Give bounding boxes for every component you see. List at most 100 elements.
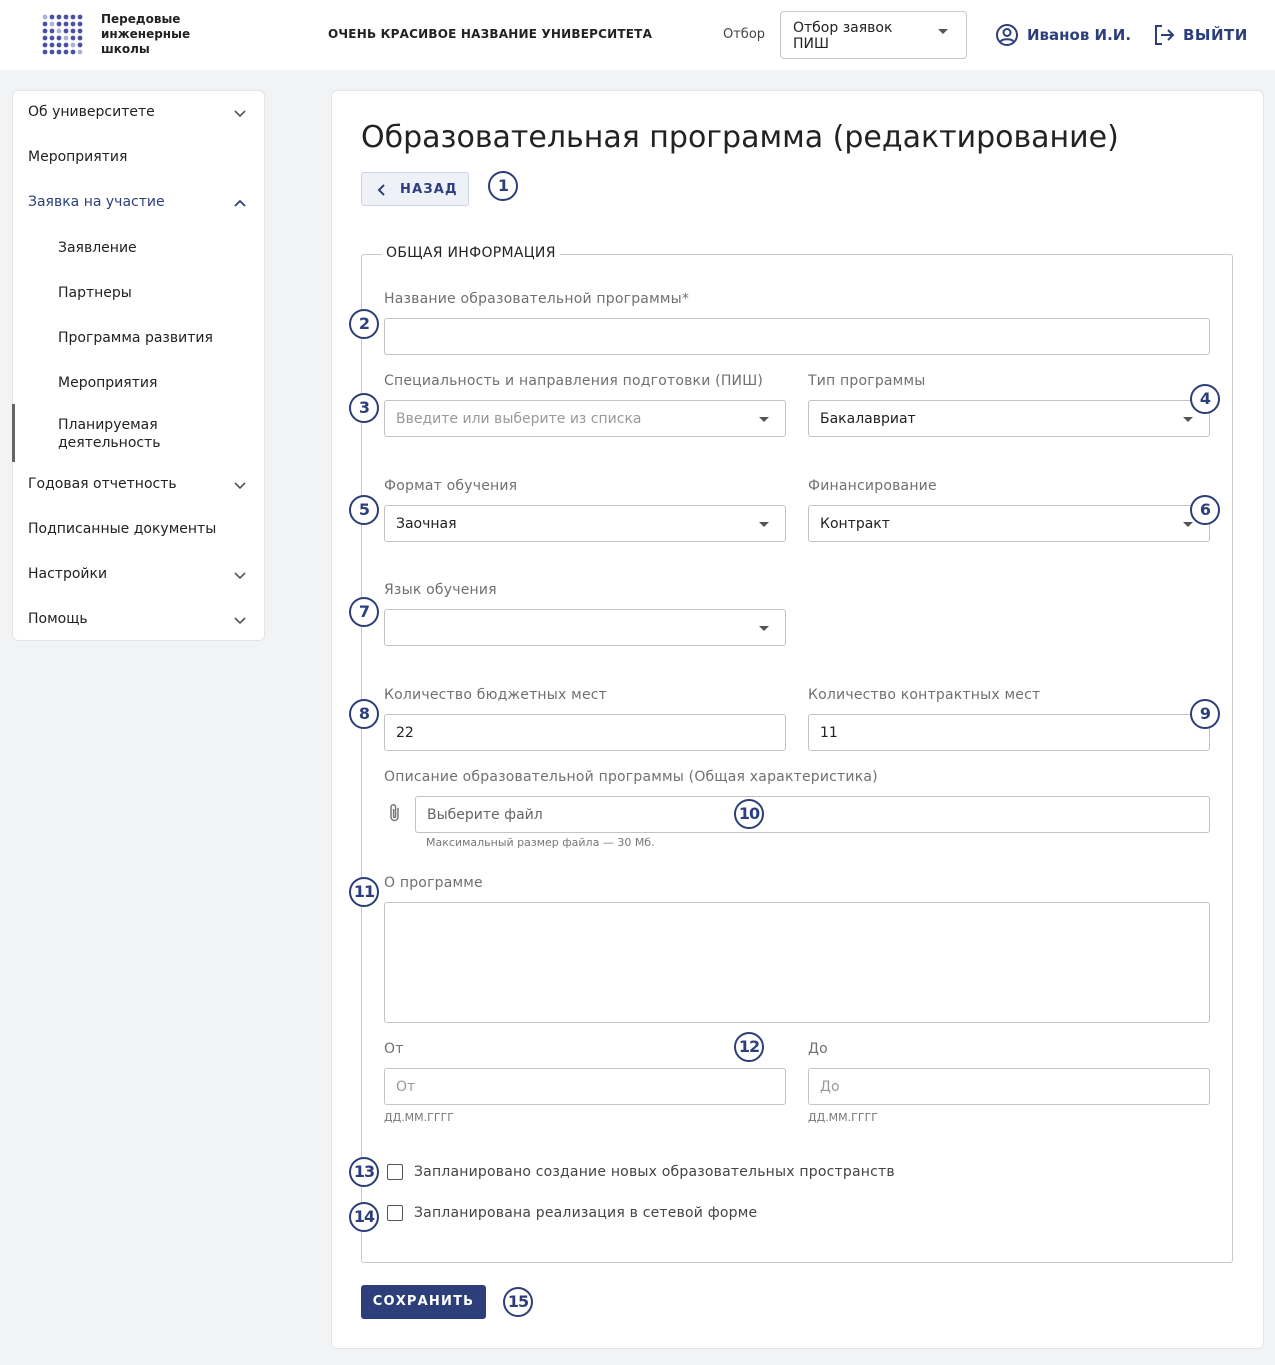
chevron-down-icon: [234, 482, 246, 490]
back-label: НАЗАД: [400, 182, 458, 197]
sidebar-item-label: Заявка на участие: [28, 194, 165, 210]
sidebar-subitem-statement[interactable]: Заявление: [13, 239, 265, 259]
contract-places-value: 11: [820, 725, 838, 741]
user-circle-icon: [996, 24, 1018, 46]
sidebar-item-label: Заявление: [58, 240, 137, 256]
new-spaces-checkbox[interactable]: [387, 1164, 403, 1180]
sidebar-item-events[interactable]: Мероприятия: [13, 149, 265, 169]
program-type-label: Тип программы: [808, 373, 926, 389]
chevron-down-icon: [938, 29, 948, 34]
sidebar-subitem-partners[interactable]: Партнеры: [13, 284, 265, 304]
annotation-badge: 1: [488, 171, 518, 201]
sidebar-item-label: Настройки: [28, 566, 108, 582]
selection-value: Отбор заявок ПИШ: [793, 20, 893, 52]
study-format-label: Формат обучения: [384, 478, 518, 494]
program-name-label: Название образовательной программы*: [384, 291, 690, 307]
specialty-placeholder: Введите или выберите из списка: [396, 411, 642, 427]
study-format-select[interactable]: Заочная: [384, 505, 786, 542]
chevron-down-icon: [234, 572, 246, 580]
app-header: Передовые инженерные школы ОЧЕНЬ КРАСИВО…: [0, 0, 1275, 70]
annotation-badge: 2: [349, 309, 379, 339]
chevron-down-icon: [1183, 417, 1193, 422]
file-size-hint: Максимальный размер файла — 30 Мб.: [426, 836, 655, 849]
sidebar-item-help[interactable]: Помощь: [13, 611, 265, 631]
sidebar-subitem-planned-activity[interactable]: Планируемая деятельность: [13, 416, 265, 456]
network-form-label: Запланирована реализация в сетевой форме: [414, 1205, 758, 1221]
annotation-badge: 4: [1190, 384, 1220, 414]
chevron-down-icon: [759, 522, 769, 527]
annotation-badge: 13: [349, 1157, 379, 1187]
page-title: Образовательная программа (редактировани…: [361, 120, 1119, 155]
annotation-badge: 10: [734, 799, 764, 829]
sidebar-item-label: Годовая отчетность: [28, 476, 177, 492]
chevron-down-icon: [759, 417, 769, 422]
back-button[interactable]: НАЗАД: [361, 172, 469, 206]
about-label: О программе: [384, 875, 483, 891]
sidebar-subitem-events[interactable]: Мероприятия: [13, 374, 265, 394]
sidebar-item-label: Подписанные документы: [28, 521, 217, 537]
date-to-placeholder: До: [820, 1079, 840, 1095]
sidebar-item-signed-documents[interactable]: Подписанные документы: [13, 521, 265, 541]
sidebar-item-label: Об университете: [28, 104, 155, 120]
description-file-input[interactable]: Выберите файл: [415, 796, 1210, 833]
date-to-label: До: [808, 1041, 828, 1057]
annotation-badge: 14: [349, 1202, 379, 1232]
selection-dropdown[interactable]: Отбор заявок ПИШ: [780, 11, 967, 59]
sidebar-subitem-development-program[interactable]: Программа развития: [13, 329, 265, 349]
save-button[interactable]: СОХРАНИТЬ: [361, 1285, 486, 1319]
network-form-checkbox[interactable]: [387, 1205, 403, 1221]
financing-value: Контракт: [820, 516, 890, 532]
paperclip-icon[interactable]: [388, 802, 402, 824]
date-to-input[interactable]: До: [808, 1068, 1210, 1105]
annotation-badge: 3: [349, 393, 379, 423]
sidebar-item-application[interactable]: Заявка на участие: [13, 194, 265, 214]
new-spaces-label: Запланировано создание новых образовател…: [414, 1164, 895, 1180]
budget-places-input[interactable]: 22: [384, 714, 786, 751]
contract-places-label: Количество контрактных мест: [808, 687, 1041, 703]
date-from-hint: ДД.ММ.ГГГГ: [384, 1111, 454, 1124]
budget-places-label: Количество бюджетных мест: [384, 687, 608, 703]
financing-label: Финансирование: [808, 478, 937, 494]
sidebar-item-label: Программа развития: [58, 330, 213, 346]
logo-icon[interactable]: [42, 14, 86, 56]
budget-places-value: 22: [396, 725, 414, 741]
contract-places-input[interactable]: 11: [808, 714, 1210, 751]
sidebar-item-annual-reports[interactable]: Годовая отчетность: [13, 476, 265, 496]
date-to-hint: ДД.ММ.ГГГГ: [808, 1111, 878, 1124]
language-label: Язык обучения: [384, 582, 497, 598]
logo-text: Передовые инженерные школы: [101, 12, 211, 57]
save-label: СОХРАНИТЬ: [372, 1294, 475, 1309]
date-from-input[interactable]: От: [384, 1068, 786, 1105]
annotation-badge: 11: [349, 877, 379, 907]
description-file-placeholder: Выберите файл: [427, 807, 543, 823]
chevron-down-icon: [234, 617, 246, 625]
specialty-select[interactable]: Введите или выберите из списка: [384, 400, 786, 437]
logout-label: ВЫЙТИ: [1183, 26, 1248, 44]
chevron-down-icon: [1183, 522, 1193, 527]
sidebar-item-label: Помощь: [28, 611, 88, 627]
program-type-select[interactable]: Бакалавриат: [808, 400, 1210, 437]
program-name-input[interactable]: [384, 318, 1210, 355]
sidebar-item-about[interactable]: Об университете: [13, 104, 265, 124]
annotation-badge: 7: [349, 597, 379, 627]
date-from-placeholder: От: [396, 1079, 416, 1095]
university-name: ОЧЕНЬ КРАСИВОЕ НАЗВАНИЕ УНИВЕРСИТЕТА: [328, 27, 653, 41]
annotation-badge: 8: [349, 699, 379, 729]
chevron-up-icon: [234, 199, 246, 207]
logo-line-1: Передовые: [101, 12, 181, 26]
description-file-label: Описание образовательной программы (Обща…: [384, 769, 878, 785]
financing-select[interactable]: Контракт: [808, 505, 1210, 542]
annotation-badge: 6: [1190, 495, 1220, 525]
logo-line-2: инженерные: [101, 27, 191, 41]
chevron-left-icon: [377, 184, 385, 196]
sidebar-item-label: Планируемая деятельность: [58, 417, 161, 451]
sidebar-item-label: Партнеры: [58, 285, 132, 301]
section-title: ОБЩАЯ ИНФОРМАЦИЯ: [382, 245, 560, 261]
sidebar-item-settings[interactable]: Настройки: [13, 566, 265, 586]
program-type-value: Бакалавриат: [820, 411, 916, 427]
logout-icon: [1155, 25, 1175, 45]
language-select[interactable]: [384, 609, 786, 646]
sidebar: Об университете Мероприятия Заявка на уч…: [12, 90, 265, 641]
about-textarea[interactable]: [384, 902, 1210, 1023]
chevron-down-icon: [759, 626, 769, 631]
